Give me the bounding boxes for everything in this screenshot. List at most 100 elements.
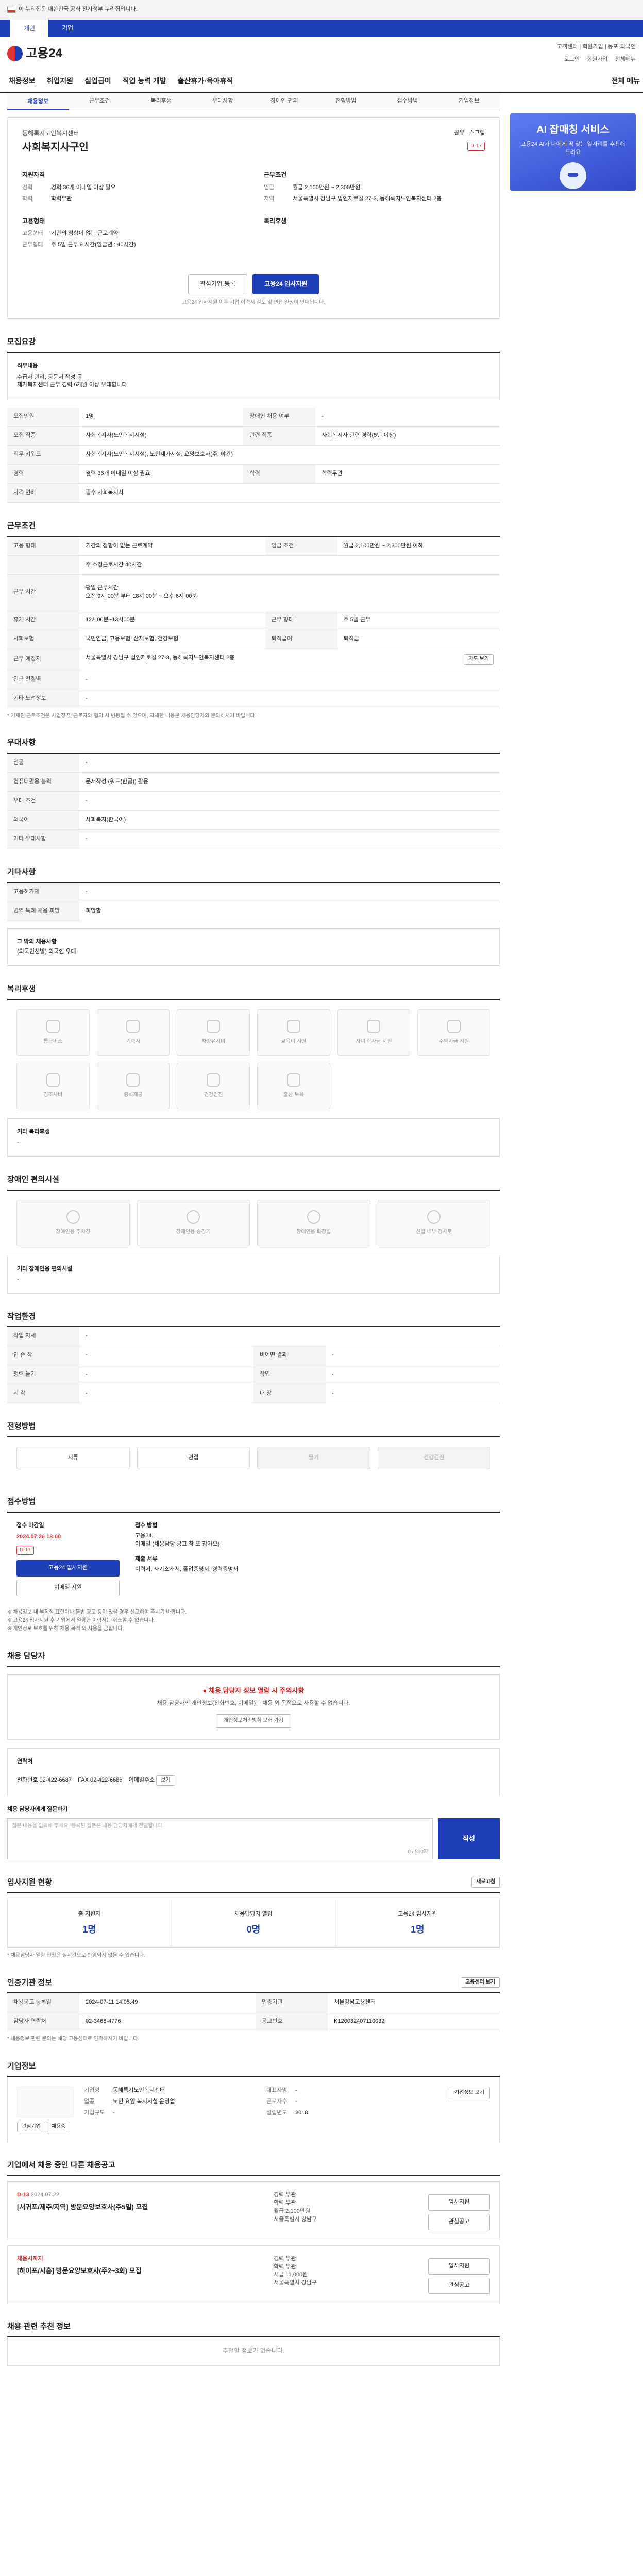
company-name[interactable]: 동해록지노인복지센터 — [22, 129, 89, 138]
question-submit-button[interactable]: 작성 — [438, 1818, 500, 1860]
recruit-section: 모집요강 직무내용 수급자 관리, 공문서 작성 등 재가복지센터 근무 경력 … — [7, 336, 500, 503]
etc-table: 고용허가제 - 병역 특례 채용 희망 희망함 — [7, 883, 500, 921]
step-interview: 면접 — [137, 1446, 250, 1469]
interest-company-button[interactable]: 관심기업 등록 — [188, 274, 248, 295]
signup-link[interactable]: 회원가입 — [587, 56, 607, 64]
benefit-item: 통근버스 — [16, 1009, 90, 1056]
question-textarea[interactable]: 질문 내용을 입력해 주세요. 등록된 질문은 채용 담당자에게 전달됩니다. 0… — [7, 1818, 433, 1860]
env-table: 작업 자세 - 인 손 작 - 비어떤 결과 - 청력 들기 - 작업 - 시 각-대 장- — [7, 1327, 500, 1404]
ai-matching-banner[interactable]: AI 잡매칭 서비스 고용24 AI가 나에게 딱 맞는 일자리를 추천해 드려… — [510, 113, 636, 191]
institution-section: 인증기관 정보 고용센터 보기 채용공고 등록일 2024-07-11 14:05:… — [7, 1977, 500, 2043]
show-email-button[interactable]: 보기 — [156, 1775, 175, 1786]
nav-training[interactable]: 직업 능력 개발 — [117, 76, 172, 86]
benefit-item: 자녀 학자금 지원 — [337, 1009, 411, 1056]
site-logo[interactable]: 고용24 — [7, 45, 62, 63]
benefit-item: 건강검진 — [177, 1063, 250, 1110]
table-row: 모집 직종 사회복지사(노인복지시설) 관련 직종 사회복지사 관련 경력(5년 이상… — [7, 426, 500, 446]
section-tab-apply[interactable]: 접수방법 — [377, 97, 438, 106]
apply-notes: ※ 채용정보 내 부적절 표현이나 불법 광고 등이 있을 경우 신고하여 주시… — [7, 1609, 187, 1632]
nav-employment-support[interactable]: 취업지원 — [41, 76, 79, 86]
scrap-button[interactable]: 스크랩 — [469, 130, 485, 136]
contact-box: 연락처 전화번호 02-422-6687 FAX 02-422-6686 이메일… — [7, 1748, 500, 1796]
table-row: 인근 전철역 - — [7, 670, 500, 689]
hiring-org-button[interactable]: 채용중 — [46, 2122, 71, 2132]
table-row: 인 손 작 - 비어떤 결과 - — [7, 1346, 500, 1366]
org-section: 기업정보 관심기업 채용중 기업명 동해록지노인복지센터 업종 노인 요양 복지시설… — [7, 2061, 500, 2142]
gov-banner: 이 누리집은 대한민국 공식 전자정부 누리집입니다. — [0, 0, 643, 20]
bus-icon — [46, 1019, 60, 1033]
step-written: 필기 — [257, 1446, 370, 1469]
apply-button[interactable]: 고용24 입사지원 — [252, 274, 319, 295]
process-steps: 서류 면접 필기 건강검진 — [7, 1437, 500, 1479]
privacy-warning: ● 채용 담당자 정보 열람 시 주의사항 채용 담당자의 개인정보(전화번호,… — [7, 1674, 500, 1740]
section-tab-org[interactable]: 기업정보 — [438, 97, 500, 106]
parking-icon — [66, 1210, 80, 1224]
list-item[interactable]: 채용시까지 [하이포/시흥] 방문요양보호사(주2~3회) 모집 경력 무관 학력… — [7, 2245, 500, 2304]
refresh-button[interactable]: 새로고침 — [471, 1877, 500, 1888]
job-apply-button[interactable]: 입사지원 — [428, 2194, 490, 2211]
pref-table: 전공 - 컴퓨터활용 능력 문서작성 (워드(한글)) 활용 우대 조건 - 외국어 사… — [7, 754, 500, 849]
table-row: 근무 예정지 서울특별시 강남구 법인지로길 27-3, 동해록지노인복지센터 2… — [7, 649, 500, 671]
nav-leave[interactable]: 출산휴가·육아휴직 — [172, 76, 239, 86]
tab-personal[interactable]: 개인 — [10, 20, 49, 37]
contact-section: 채용 담당자 ● 채용 담당자 정보 열람 시 주의사항 채용 담당자의 개인정… — [7, 1651, 500, 1860]
benefit-item: 경조사비 — [16, 1063, 90, 1110]
dday-badge: D-17 — [467, 141, 485, 151]
facility-other: 기타 장애인용 편의시설 - — [7, 1255, 500, 1294]
section-tab-benefits[interactable]: 복리후생 — [130, 97, 192, 106]
map-button[interactable]: 지도 보기 — [464, 654, 494, 665]
site-header: 고용24 고객센터 | 회원가입 | 동포·외국인 로그인 회원가입 전체메뉴 — [0, 37, 643, 70]
meal-icon — [126, 1073, 140, 1087]
step-document: 서류 — [16, 1446, 130, 1469]
process-section: 전형방법 서류 면접 필기 건강검진 — [7, 1421, 500, 1479]
fax-value: 02-422-6686 — [90, 1776, 123, 1783]
login-link[interactable]: 로그인 — [564, 56, 580, 64]
tab-company[interactable]: 기업 — [48, 24, 87, 32]
alert-icon: ● — [202, 1686, 207, 1694]
deadline-value: 2024.07.26 18:00 — [16, 1533, 61, 1540]
interest-org-button[interactable]: 관심기업 — [17, 2122, 45, 2132]
section-tab-process[interactable]: 전형방법 — [315, 97, 377, 106]
apply-online-button[interactable]: 고용24 입사지원 — [16, 1560, 120, 1577]
status-stats: 총 지원자 1명 채용담당자 열람 0명 고용24 입사지원 1명 — [7, 1899, 500, 1948]
benefit-item: 출산·보육 — [257, 1063, 330, 1110]
work-table: 고용 형태 기간의 정함이 없는 근로계약 임금 조건 월급 2,100만원 ~ 2,… — [7, 536, 500, 708]
nav-jobs[interactable]: 채용정보 — [3, 76, 41, 86]
summary-conditions: 근무조건 임금 월급 2,100만원 ~ 2,300만원 지역 서울특별시 강남구 … — [264, 171, 442, 225]
job-apply-button[interactable]: 입사지원 — [428, 2258, 490, 2275]
section-tab-pref[interactable]: 우대사항 — [192, 97, 254, 106]
section-tabs: 채용정보 근무조건 복리후생 우대사항 장애인 편의 전형방법 접수방법 기업정… — [7, 93, 500, 110]
all-menu-button[interactable]: 전체 메뉴 — [612, 76, 640, 86]
share-button[interactable]: 공유 — [454, 130, 464, 136]
benefit-item: 중식제공 — [96, 1063, 170, 1110]
benefits-other: 기타 복리후생 - — [7, 1118, 500, 1157]
benefit-item: 주택자금 지원 — [417, 1009, 490, 1056]
duty-box: 직무내용 수급자 관리, 공문서 작성 등 재가복지센터 근무 경력 6개월 이… — [7, 352, 500, 400]
other-jobs-section: 기업에서 채용 중인 다른 채용공고 D-13 2024.07.22 [서귀포/제… — [7, 2160, 500, 2304]
apply-note: 고용24 입사지원 이후 기업 이력서 검토 및 면접 일정이 안내됩니다. — [181, 300, 326, 306]
nav-unemployment[interactable]: 실업급여 — [79, 76, 117, 86]
facility-item: 장애인용 화장실 — [257, 1199, 370, 1246]
section-tab-facility[interactable]: 장애인 편의 — [253, 97, 315, 106]
job-interest-button[interactable]: 관심공고 — [428, 2277, 490, 2294]
korea-flag-icon — [7, 7, 15, 13]
facility-item: 신발 내부 경사로 — [377, 1199, 490, 1246]
privacy-policy-button[interactable]: 개인정보처리방침 보러 가기 — [216, 1714, 291, 1728]
benefit-item: 차량유지비 — [177, 1009, 250, 1056]
center-button[interactable]: 고용센터 보기 — [461, 1977, 500, 1988]
table-row: 주 소정근로시간 40시간 — [7, 555, 500, 575]
all-menu-link[interactable]: 전체메뉴 — [615, 56, 636, 64]
header-util-links[interactable]: 고객센터 | 회원가입 | 동포·외국인 — [557, 43, 636, 52]
method-col: 접수 방법 고용24, 이메일 (채용담당 공고 참 또 참가요) 제출 서류 … — [135, 1522, 239, 1573]
car-icon — [207, 1019, 221, 1033]
list-item[interactable]: D-13 2024.07.22 [서귀포/제주/지역] 방문요양보호사(주5일) … — [7, 2181, 500, 2240]
job-interest-button[interactable]: 관심공고 — [428, 2213, 490, 2230]
job-title: 사회복지사구인 — [22, 142, 89, 154]
email-apply-button[interactable]: 이메일 지원 — [16, 1579, 120, 1596]
org-detail-button[interactable]: 기업정보 보기 — [449, 2087, 490, 2099]
pref-section: 우대사항 전공 - 컴퓨터활용 능력 문서작성 (워드(한글)) 활용 우대 조건 -… — [7, 737, 500, 849]
section-tab-work[interactable]: 근무조건 — [69, 97, 131, 106]
section-tab-recruit[interactable]: 채용정보 — [7, 93, 69, 110]
etc-section: 기타사항 고용허가제 - 병역 특례 채용 희망 희망함 그 밖의 채용사항 (외국… — [7, 867, 500, 967]
table-row: 기타 우대사항 - — [7, 829, 500, 849]
